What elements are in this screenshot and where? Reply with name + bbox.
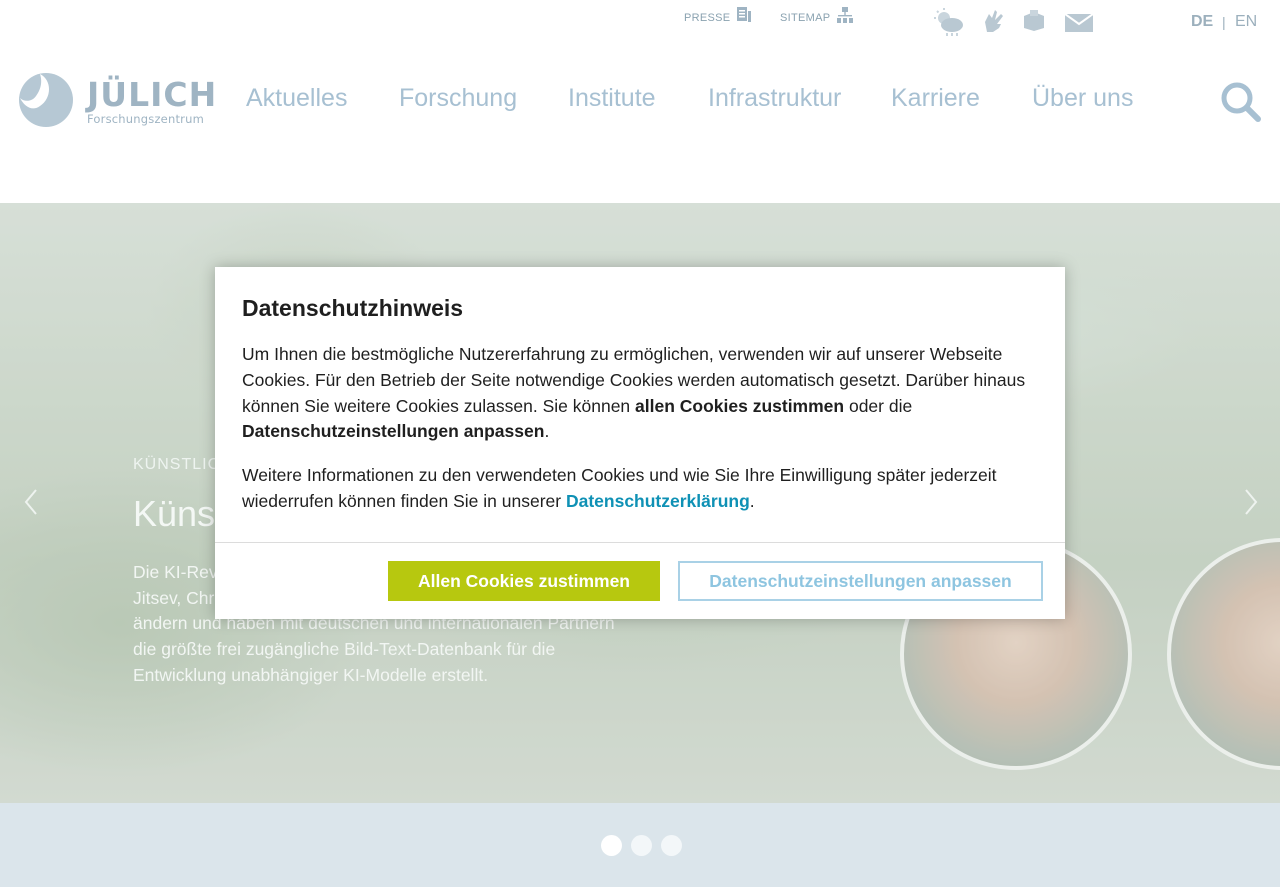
dialog-text-1c: oder die bbox=[844, 395, 913, 416]
dialog-text-1b: allen Cookies zustimmen bbox=[635, 395, 845, 416]
privacy-dialog: Datenschutzhinweis Um Ihnen die bestmögl… bbox=[215, 267, 1065, 619]
dialog-text-2: Weitere Informationen zu den verwendeten… bbox=[242, 463, 1042, 515]
dialog-text-2-end: . bbox=[749, 490, 755, 511]
accept-all-cookies-button[interactable]: Allen Cookies zustimmen bbox=[388, 561, 660, 601]
dialog-divider bbox=[215, 542, 1065, 543]
dialog-text-1d: Datenschutzeinstellungen anpassen bbox=[242, 421, 545, 442]
dialog-text-1: Um Ihnen die bestmögliche Nutzererfahrun… bbox=[242, 342, 1042, 445]
dialog-text-1e: . bbox=[544, 421, 550, 442]
privacy-settings-button[interactable]: Datenschutzeinstellungen anpassen bbox=[678, 561, 1043, 601]
privacy-policy-link[interactable]: Datenschutzerklärung bbox=[566, 491, 750, 511]
dialog-title: Datenschutzhinweis bbox=[242, 295, 464, 321]
